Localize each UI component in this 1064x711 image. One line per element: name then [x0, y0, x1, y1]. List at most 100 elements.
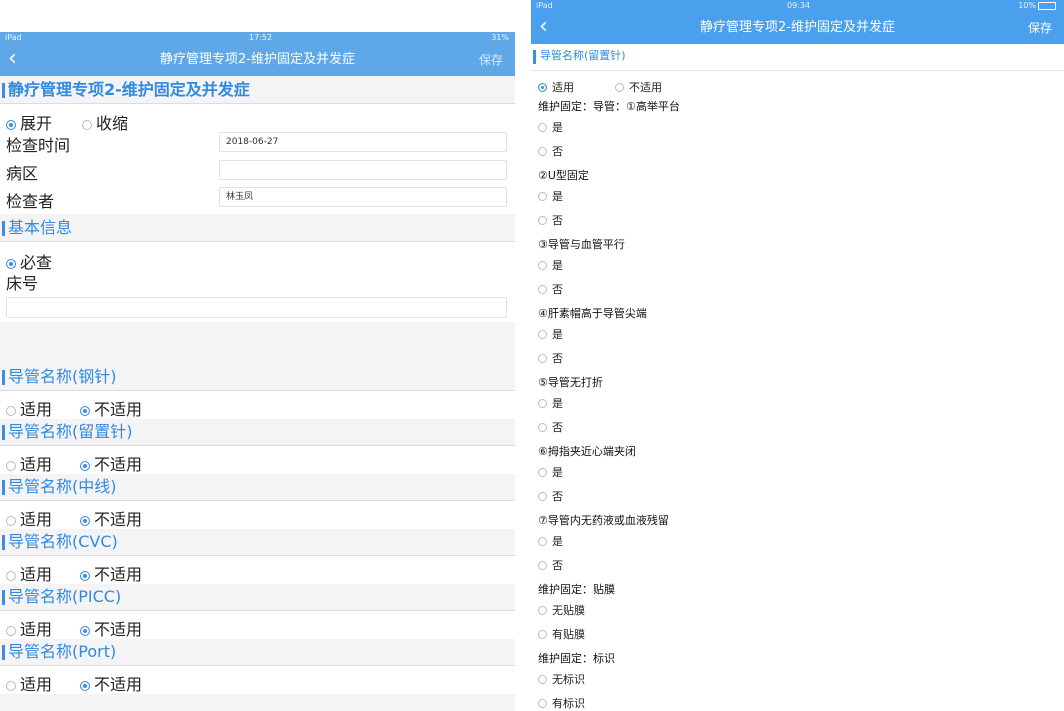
applicable-option[interactable]: 适用 — [6, 616, 52, 640]
not-applicable-option[interactable]: 不适用 — [80, 671, 142, 695]
answer-option[interactable]: 是 — [538, 464, 563, 480]
answer-label: 是 — [552, 259, 563, 272]
catheter-options-row — [0, 446, 515, 474]
collapse-label: 收缩 — [96, 114, 129, 133]
answer-label: 是 — [552, 190, 563, 203]
radio-icon — [6, 460, 16, 471]
radio-icon — [538, 630, 547, 639]
radio-selected-icon — [80, 515, 90, 526]
catheter-options-row — [0, 501, 515, 529]
radio-icon — [6, 625, 16, 636]
answer-option[interactable]: 否 — [538, 350, 563, 366]
applicable-option[interactable]: 适用 — [6, 671, 52, 695]
not-applicable-label: 不适用 — [94, 675, 143, 694]
answer-label: 否 — [552, 490, 563, 503]
answer-label: 否 — [552, 421, 563, 434]
radio-selected-icon — [80, 625, 90, 636]
section-title: 导管名称(留置针) — [540, 49, 626, 62]
answer-option[interactable]: 是 — [538, 188, 563, 204]
expand-option[interactable]: 展开 — [6, 110, 52, 134]
answer-label: 否 — [552, 214, 563, 227]
not-applicable-option[interactable]: 不适用 — [615, 79, 662, 95]
not-applicable-label: 不适用 — [94, 620, 143, 639]
not-applicable-label: 不适用 — [94, 400, 143, 419]
collapse-option[interactable]: 收缩 — [82, 110, 128, 134]
inspector-field[interactable]: 林玉凤 — [219, 187, 507, 207]
radio-selected-icon — [80, 680, 90, 691]
question-label: 维护固定：贴膜 — [538, 583, 615, 596]
catheter-section-header: 导管名称(留置针) — [531, 44, 1064, 71]
basic-info-title: 基本信息 — [8, 218, 73, 237]
nav-bar: ‹ 静疗管理专项2-维护固定及并发症 保存 — [0, 44, 515, 76]
save-button[interactable]: 保存 — [1028, 12, 1052, 44]
not-applicable-option[interactable]: 不适用 — [80, 616, 142, 640]
save-button[interactable]: 保存 — [479, 44, 503, 76]
radio-icon — [538, 147, 547, 156]
radio-selected-icon — [6, 258, 16, 269]
radio-icon — [538, 606, 547, 615]
applicable-option[interactable]: 适用 — [6, 506, 52, 530]
nav-title: 静疗管理专项2-维护固定及并发症 — [160, 52, 355, 67]
not-applicable-label: 不适用 — [94, 510, 143, 529]
answer-option[interactable]: 有标识 — [538, 695, 585, 711]
not-applicable-label: 不适用 — [629, 81, 662, 94]
section-marker — [2, 590, 5, 605]
applicable-option[interactable]: 适用 — [6, 561, 52, 585]
answer-option[interactable]: 无标识 — [538, 671, 585, 687]
answer-label: 有贴膜 — [552, 628, 585, 641]
radio-icon — [6, 570, 16, 581]
not-applicable-option[interactable]: 不适用 — [80, 561, 142, 585]
answer-option[interactable]: 是 — [538, 533, 563, 549]
radio-icon — [538, 123, 547, 132]
answer-option[interactable]: 否 — [538, 488, 563, 504]
question-label: ⑦导管内无药液或血液残留 — [538, 514, 669, 527]
answer-option[interactable]: 否 — [538, 143, 563, 159]
section-marker — [2, 221, 5, 236]
expand-label: 展开 — [20, 114, 53, 133]
answer-label: 是 — [552, 466, 563, 479]
radio-selected-icon — [6, 119, 16, 130]
not-applicable-option[interactable]: 不适用 — [80, 451, 142, 475]
applicable-option[interactable]: 适用 — [6, 396, 52, 420]
answer-label: 是 — [552, 328, 563, 341]
answer-option[interactable]: 是 — [538, 395, 563, 411]
answer-option[interactable]: 是 — [538, 257, 563, 273]
catheter-section: 导管名称(PICC) — [0, 584, 515, 611]
radio-icon — [538, 468, 547, 477]
not-applicable-option[interactable]: 不适用 — [80, 396, 142, 420]
applicable-label: 适用 — [20, 675, 53, 694]
radio-icon — [538, 492, 547, 501]
answer-label: 是 — [552, 397, 563, 410]
answer-option[interactable]: 有贴膜 — [538, 626, 585, 642]
catheter-options-row — [0, 391, 515, 419]
ward-label: 病区 — [6, 164, 39, 183]
applicable-option[interactable]: 适用 — [538, 79, 574, 95]
battery-level: 31% — [491, 33, 509, 42]
radio-icon — [6, 680, 16, 691]
answer-option[interactable]: 否 — [538, 557, 563, 573]
catheter-options-row — [0, 666, 515, 694]
catheter-section: 导管名称(Port) — [0, 639, 515, 666]
answer-option[interactable]: 否 — [538, 281, 563, 297]
question-label: 维护固定：导管：①高举平台 — [538, 100, 680, 113]
answer-option[interactable]: 无贴膜 — [538, 602, 585, 618]
radio-icon — [538, 423, 547, 432]
answer-option[interactable]: 否 — [538, 419, 563, 435]
answer-option[interactable]: 是 — [538, 326, 563, 342]
answer-option[interactable]: 是 — [538, 119, 563, 135]
answer-label: 是 — [552, 121, 563, 134]
catheter-title: 导管名称(CVC) — [8, 532, 118, 551]
ward-field[interactable] — [219, 160, 507, 180]
catheter-title: 导管名称(钢针) — [8, 367, 117, 386]
check-time-field[interactable]: 2018-06-27 — [219, 132, 507, 152]
radio-selected-icon — [80, 570, 90, 581]
question-label: ⑥拇指夹近心端夹闭 — [538, 445, 636, 458]
applicable-option[interactable]: 适用 — [6, 451, 52, 475]
answer-option[interactable]: 否 — [538, 212, 563, 228]
not-applicable-option[interactable]: 不适用 — [80, 506, 142, 530]
radio-icon — [6, 515, 16, 526]
radio-icon — [538, 216, 547, 225]
applicable-label: 适用 — [552, 81, 574, 94]
bed-field[interactable] — [6, 297, 507, 318]
catheter-section: 导管名称(CVC) — [0, 529, 515, 556]
